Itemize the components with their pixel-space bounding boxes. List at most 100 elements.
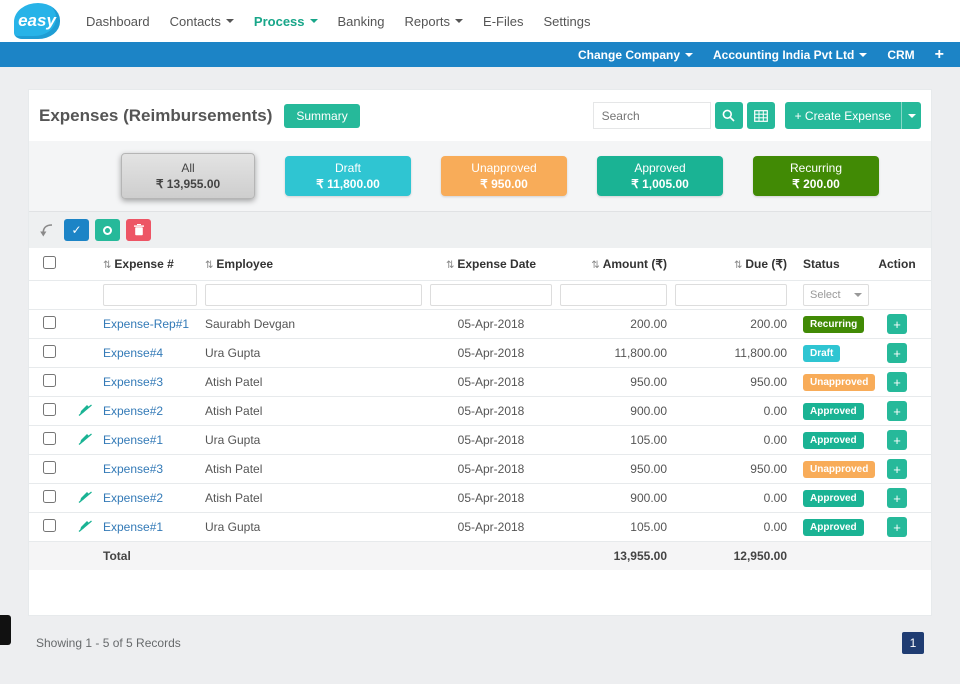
col-header-employee[interactable]: ⇅Employee xyxy=(201,257,426,271)
side-panel-tab[interactable] xyxy=(0,615,11,645)
row-action-button[interactable]: + xyxy=(887,401,907,421)
expense-link[interactable]: Expense#4 xyxy=(103,346,163,360)
summary-card-amount: ₹ 13,955.00 xyxy=(156,177,220,191)
expense-link[interactable]: Expense#1 xyxy=(103,520,163,534)
search-button[interactable] xyxy=(715,102,743,129)
status-badge: Approved xyxy=(803,432,864,449)
total-due: 12,950.00 xyxy=(671,549,791,563)
col-header-amount[interactable]: ⇅Amount (₹) xyxy=(556,257,671,271)
row-checkbox[interactable] xyxy=(43,403,56,416)
row-action-button[interactable]: + xyxy=(887,314,907,334)
pagination-page-1-button[interactable]: 1 xyxy=(902,632,924,654)
expense-link[interactable]: Expense#3 xyxy=(103,462,163,476)
employee-cell: Ura Gupta xyxy=(201,433,426,447)
nav-item-banking[interactable]: Banking xyxy=(328,8,395,35)
filter-date-input[interactable] xyxy=(430,284,552,306)
grid-icon xyxy=(754,110,768,122)
row-action-button[interactable]: + xyxy=(887,372,907,392)
summary-button[interactable]: Summary xyxy=(284,104,359,128)
curved-arrow-icon[interactable] xyxy=(39,223,55,238)
row-checkbox[interactable] xyxy=(43,316,56,329)
amount-cell: 11,800.00 xyxy=(556,346,671,360)
status-badge: Unapproved xyxy=(803,374,875,391)
nav-item-dashboard[interactable]: Dashboard xyxy=(76,8,160,35)
change-company-label: Change Company xyxy=(578,48,680,62)
sort-icon: ⇅ xyxy=(446,260,454,271)
filter-due-input[interactable] xyxy=(675,284,787,306)
expense-date-cell: 05-Apr-2018 xyxy=(426,520,556,534)
expense-link[interactable]: Expense#2 xyxy=(103,404,163,418)
row-checkbox[interactable] xyxy=(43,461,56,474)
col-header-due[interactable]: ⇅Due (₹) xyxy=(671,257,791,271)
row-checkbox[interactable] xyxy=(43,519,56,532)
due-cell: 0.00 xyxy=(671,520,791,534)
row-checkbox[interactable] xyxy=(43,432,56,445)
row-action-button[interactable]: + xyxy=(887,517,907,537)
create-expense-button[interactable]: + Create Expense xyxy=(785,102,901,129)
crm-link[interactable]: CRM xyxy=(887,48,914,62)
nav-item-process[interactable]: Process xyxy=(244,8,328,35)
plus-icon: + xyxy=(893,404,901,419)
sort-icon: ⇅ xyxy=(205,260,213,271)
change-company-menu[interactable]: Change Company xyxy=(578,48,693,62)
current-company-menu[interactable]: Accounting India Pvt Ltd xyxy=(713,48,867,62)
row-action-button[interactable]: + xyxy=(887,459,907,479)
employee-cell: Atish Patel xyxy=(201,462,426,476)
card-header: Expenses (Reimbursements) Summary xyxy=(29,90,931,141)
bulk-actions-bar: ✓ xyxy=(29,211,931,248)
expense-link[interactable]: Expense#3 xyxy=(103,375,163,389)
row-checkbox[interactable] xyxy=(43,345,56,358)
expense-link[interactable]: Expense#1 xyxy=(103,433,163,447)
search-input[interactable] xyxy=(593,102,711,129)
mark-status-button[interactable] xyxy=(95,219,120,241)
plus-icon: + xyxy=(893,317,901,332)
add-company-button[interactable]: + xyxy=(935,46,944,64)
row-checkbox[interactable] xyxy=(43,490,56,503)
status-badge: Approved xyxy=(803,519,864,536)
circle-icon xyxy=(103,226,112,235)
filter-employee-input[interactable] xyxy=(205,284,422,306)
nav-item-contacts[interactable]: Contacts xyxy=(160,8,244,35)
summary-card-unapproved[interactable]: Unapproved₹ 950.00 xyxy=(441,156,567,196)
top-navbar: easy DashboardContactsProcessBanking Repo… xyxy=(0,0,960,42)
nav-item-label: Reports xyxy=(405,14,451,29)
filter-amount-input[interactable] xyxy=(560,284,667,306)
total-amount: 13,955.00 xyxy=(556,549,671,563)
row-checkbox[interactable] xyxy=(43,374,56,387)
col-header-label: Expense # xyxy=(114,257,173,271)
summary-card-draft[interactable]: Draft₹ 11,800.00 xyxy=(285,156,411,196)
plus-icon: + xyxy=(893,520,901,535)
delete-selected-button[interactable] xyxy=(126,219,151,241)
summary-card-all[interactable]: All₹ 13,955.00 xyxy=(121,153,255,199)
edit-disabled-icon xyxy=(77,403,93,417)
col-header-expense-date[interactable]: ⇅Expense Date xyxy=(426,257,556,271)
table-filter-row: Select xyxy=(29,280,931,309)
filter-status-select[interactable]: Select xyxy=(803,284,869,306)
table-row: Expense-Rep#1 Saurabh Devgan 05-Apr-2018… xyxy=(29,309,931,338)
nav-item-reports[interactable]: Reports xyxy=(395,8,474,35)
app-logo[interactable]: easy xyxy=(14,3,60,39)
approve-selected-button[interactable]: ✓ xyxy=(64,219,89,241)
expense-link[interactable]: Expense-Rep#1 xyxy=(103,317,189,331)
row-action-button[interactable]: + xyxy=(887,343,907,363)
header-actions: + Create Expense xyxy=(593,102,921,129)
expense-date-cell: 05-Apr-2018 xyxy=(426,462,556,476)
row-action-button[interactable]: + xyxy=(887,430,907,450)
col-header-expense[interactable]: ⇅Expense # xyxy=(99,257,201,271)
expenses-card: Expenses (Reimbursements) Summary xyxy=(28,89,932,616)
create-expense-dropdown-button[interactable] xyxy=(901,102,921,129)
nav-item-e-files[interactable]: E-Files xyxy=(473,8,533,35)
filter-expense-input[interactable] xyxy=(103,284,197,306)
grid-view-button[interactable] xyxy=(747,102,775,129)
expense-date-cell: 05-Apr-2018 xyxy=(426,433,556,447)
nav-item-settings[interactable]: Settings xyxy=(533,8,600,35)
select-all-checkbox[interactable] xyxy=(43,256,56,269)
chevron-down-icon xyxy=(310,19,318,23)
expense-link[interactable]: Expense#2 xyxy=(103,491,163,505)
employee-cell: Ura Gupta xyxy=(201,520,426,534)
summary-card-amount: ₹ 11,800.00 xyxy=(316,177,380,191)
row-action-button[interactable]: + xyxy=(887,488,907,508)
edit-disabled-icon xyxy=(77,432,93,446)
summary-card-approved[interactable]: Approved₹ 1,005.00 xyxy=(597,156,723,196)
summary-card-recurring[interactable]: Recurring₹ 200.00 xyxy=(753,156,879,196)
